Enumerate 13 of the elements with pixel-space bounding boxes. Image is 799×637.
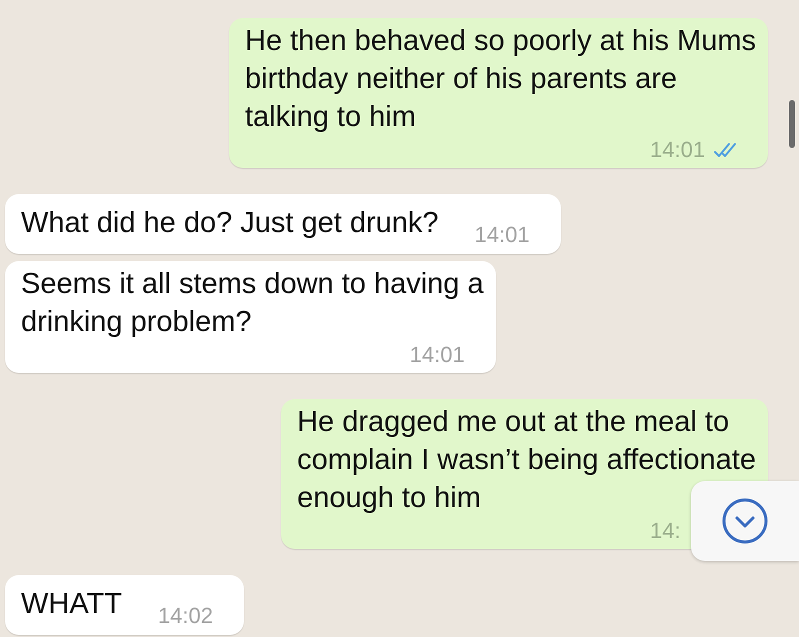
message-text: Seems it all stems down to having a drinking problem? (21, 267, 484, 340)
scrollbar[interactable] (789, 100, 795, 148)
message-text: WHATT (21, 587, 122, 622)
message-time: 14: (650, 517, 681, 545)
message-time: 14:01 (410, 341, 465, 369)
message-time: 14:01 (474, 221, 530, 249)
message-text: He dragged me out at the meal to complain I wasn’t being affectionate enough to him (297, 405, 756, 516)
message-time: 14:02 (158, 602, 213, 630)
message-text: He then behaved so poorly at his Mums birthday neither of his parents are talking to him (245, 24, 756, 135)
scroll-down-button[interactable] (691, 481, 799, 561)
message-time: 14:01 (650, 136, 706, 164)
message-text: What did he do? Just get drunk? (21, 206, 439, 241)
chevron-down-circle-icon (722, 498, 768, 544)
